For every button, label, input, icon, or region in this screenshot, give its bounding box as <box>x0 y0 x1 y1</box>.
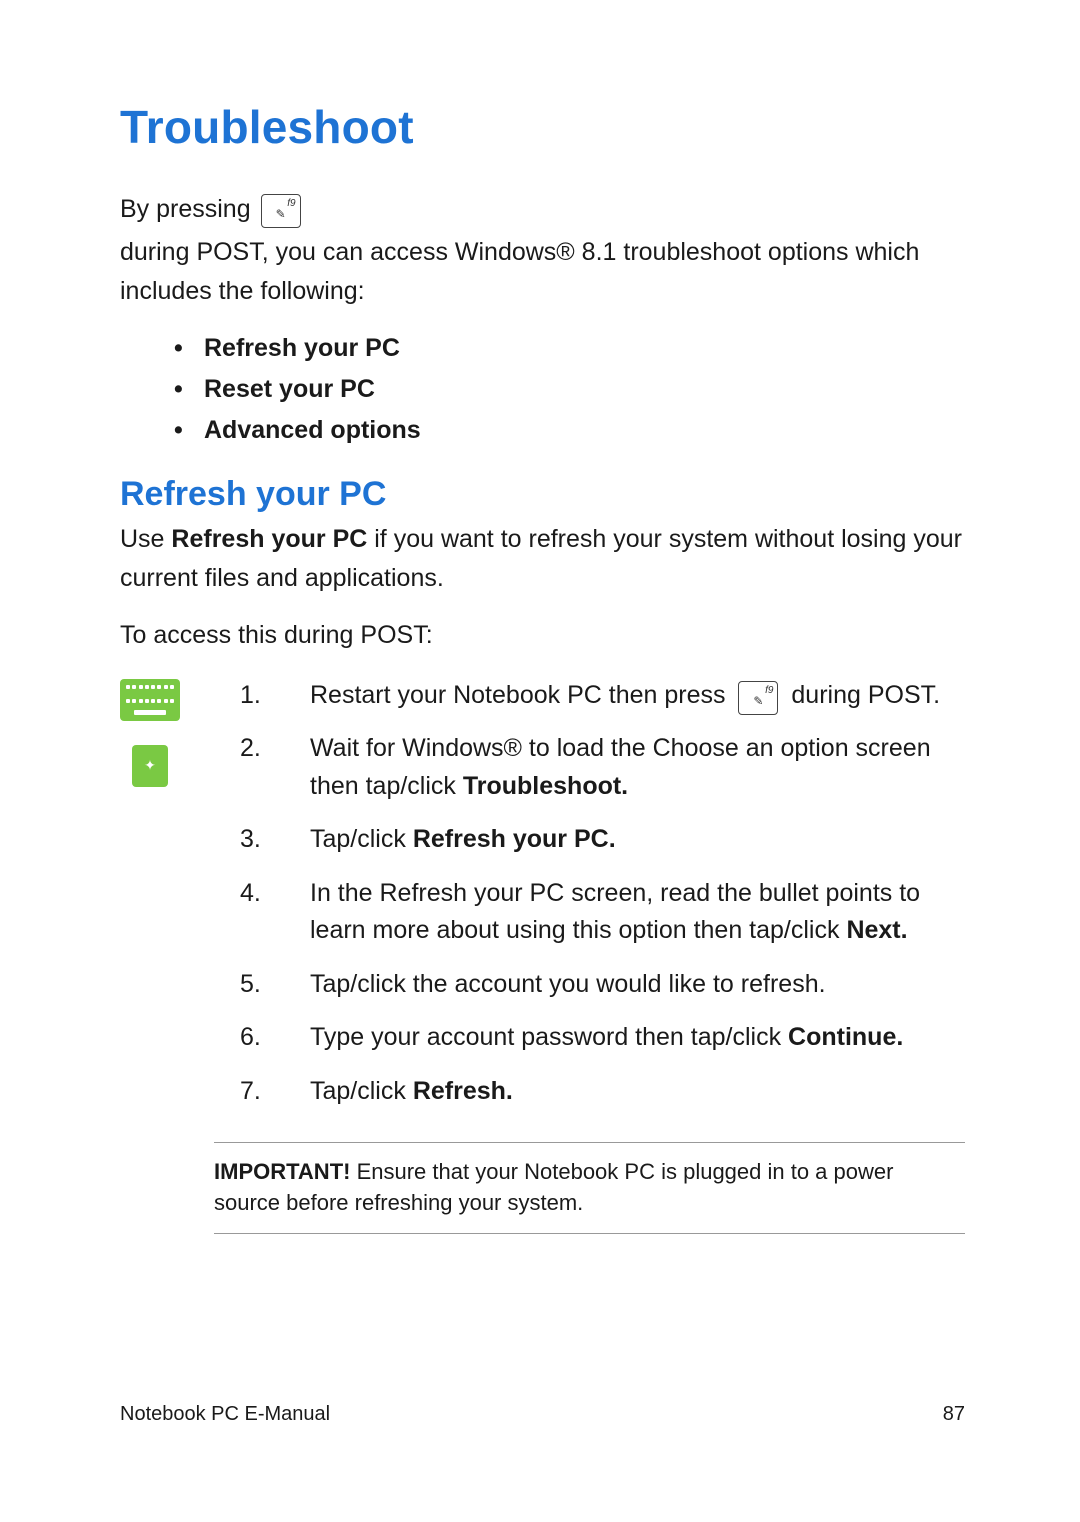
steps-block: ✦ Restart your Notebook PC then press f9… <box>120 677 965 1127</box>
step-text: during POST. <box>791 681 940 709</box>
section-paragraph-1: Use Refresh your PC if you want to refre… <box>120 520 965 598</box>
step-2: Wait for Windows® to load the Choose an … <box>240 730 965 805</box>
step-text: Type your account password then tap/clic… <box>310 1023 788 1051</box>
bold-next: Next. <box>846 916 907 944</box>
step-5: Tap/click the account you would like to … <box>240 966 965 1004</box>
option-reset: Reset your PC <box>174 375 965 404</box>
important-note: IMPORTANT! Ensure that your Notebook PC … <box>214 1142 965 1234</box>
intro-text-after-key: during POST, you can access Windows® 8.1… <box>120 233 965 311</box>
f9-key-icon: f9 ✎ <box>738 681 778 715</box>
touchscreen-icon: ✦ <box>132 745 168 787</box>
step-6: Type your account password then tap/clic… <box>240 1019 965 1057</box>
option-advanced: Advanced options <box>174 416 965 445</box>
key-label: f9 <box>287 196 295 212</box>
bold-refresh-your-pc: Refresh your PC <box>171 525 367 553</box>
intro-paragraph: By pressing f9 ✎ during POST, you can ac… <box>120 190 965 310</box>
step-text: Tap/click <box>310 1077 413 1105</box>
manual-page: Troubleshoot By pressing f9 ✎ during POS… <box>0 0 1080 1522</box>
touch-hand-icon: ✦ <box>144 757 156 774</box>
key-label: f9 <box>765 683 773 698</box>
step-3: Tap/click Refresh your PC. <box>240 821 965 859</box>
footer-left: Notebook PC E-Manual <box>120 1403 330 1426</box>
step-text: Tap/click <box>310 825 413 853</box>
bold-continue: Continue. <box>788 1023 903 1051</box>
option-refresh: Refresh your PC <box>174 334 965 363</box>
bold-troubleshoot: Troubleshoot. <box>463 772 628 800</box>
step-7: Tap/click Refresh. <box>240 1073 965 1111</box>
page-footer: Notebook PC E-Manual 87 <box>120 1403 965 1426</box>
keyboard-icon <box>120 679 180 721</box>
text-segment: Use <box>120 525 171 553</box>
bold-refresh-your-pc: Refresh your PC. <box>413 825 616 853</box>
icon-column: ✦ <box>120 677 208 1127</box>
troubleshoot-options-list: Refresh your PC Reset your PC Advanced o… <box>174 334 965 445</box>
f9-key-icon: f9 ✎ <box>261 194 301 228</box>
page-number: 87 <box>943 1403 965 1426</box>
bold-refresh: Refresh. <box>413 1077 513 1105</box>
tools-icon: ✎ <box>753 692 763 714</box>
step-text: Restart your Notebook PC then press <box>310 681 725 709</box>
section-paragraph-2: To access this during POST: <box>120 616 965 655</box>
steps-list: Restart your Notebook PC then press f9 ✎… <box>240 677 965 1127</box>
step-1: Restart your Notebook PC then press f9 ✎… <box>240 677 965 715</box>
tools-icon: ✎ <box>276 205 286 228</box>
important-label: IMPORTANT! <box>214 1159 350 1184</box>
page-title: Troubleshoot <box>120 100 965 154</box>
step-text: In the Refresh your PC screen, read the … <box>310 879 920 945</box>
intro-text-before-key: By pressing <box>120 190 251 229</box>
step-4: In the Refresh your PC screen, read the … <box>240 875 965 950</box>
section-heading: Refresh your PC <box>120 475 965 514</box>
